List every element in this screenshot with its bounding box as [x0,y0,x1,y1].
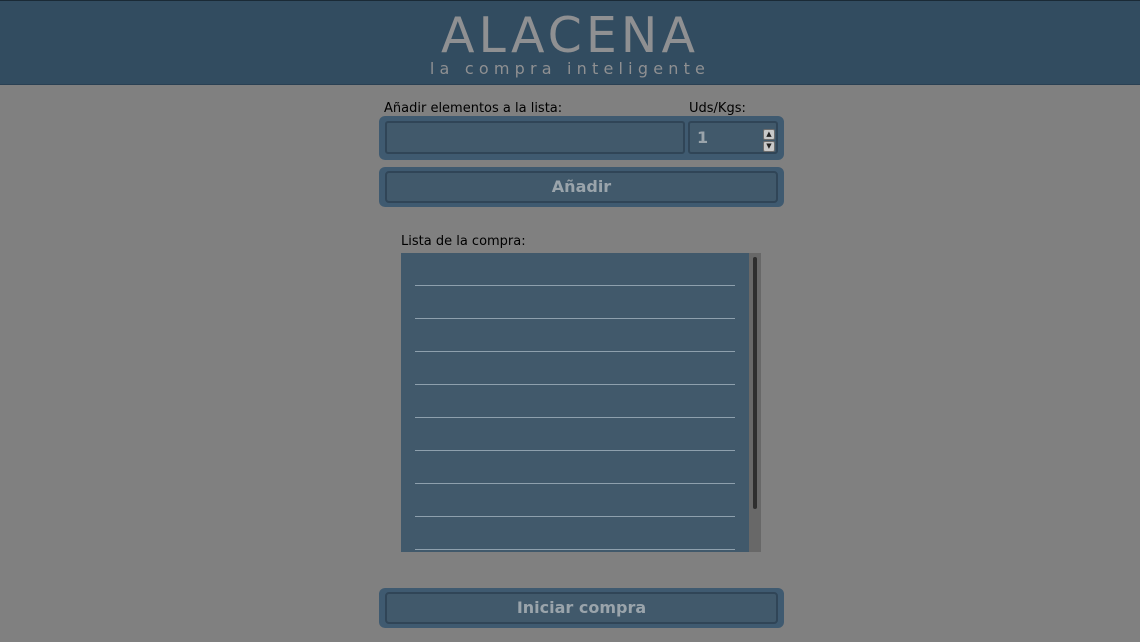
list-item-divider [415,417,735,418]
list-item[interactable] [415,531,735,549]
list-item-divider [415,516,735,517]
quantity-label: Uds/Kgs: [689,101,746,116]
quantity-value: 1 [697,128,709,147]
list-scrollbar[interactable] [749,253,761,552]
app-title: ALACENA [441,7,699,64]
list-item[interactable] [415,300,735,318]
list-item[interactable] [415,267,735,285]
item-input-label: Añadir elementos a la lista: [384,101,563,116]
list-item[interactable] [415,333,735,351]
list-item-divider [415,549,735,550]
add-button[interactable]: Añadir [385,171,778,203]
add-item-form: 1 ▲ ▼ [379,116,784,160]
scrollbar-thumb[interactable] [753,257,757,509]
list-item-divider [415,285,735,286]
list-item[interactable] [415,366,735,384]
list-item-divider [415,384,735,385]
list-item[interactable] [415,498,735,516]
start-button-frame: Iniciar compra [379,588,784,628]
list-item-divider [415,483,735,484]
list-item[interactable] [415,399,735,417]
quantity-field[interactable]: 1 ▲ ▼ [688,121,778,154]
quantity-stepper[interactable]: ▲ ▼ [763,129,775,153]
list-item-divider [415,318,735,319]
shopping-list-label: Lista de la compra: [401,234,526,249]
stepper-down-icon[interactable]: ▼ [763,141,775,152]
add-button-frame: Añadir [379,167,784,207]
start-shopping-button[interactable]: Iniciar compra [385,592,778,624]
shopping-list[interactable] [401,253,761,552]
stepper-up-icon[interactable]: ▲ [763,129,775,140]
app-header: ALACENA la compra inteligente [0,0,1140,85]
item-input[interactable] [385,121,685,154]
app-subtitle: la compra inteligente [429,59,711,78]
list-item-divider [415,351,735,352]
list-item[interactable] [415,432,735,450]
list-item[interactable] [415,465,735,483]
list-item-divider [415,450,735,451]
